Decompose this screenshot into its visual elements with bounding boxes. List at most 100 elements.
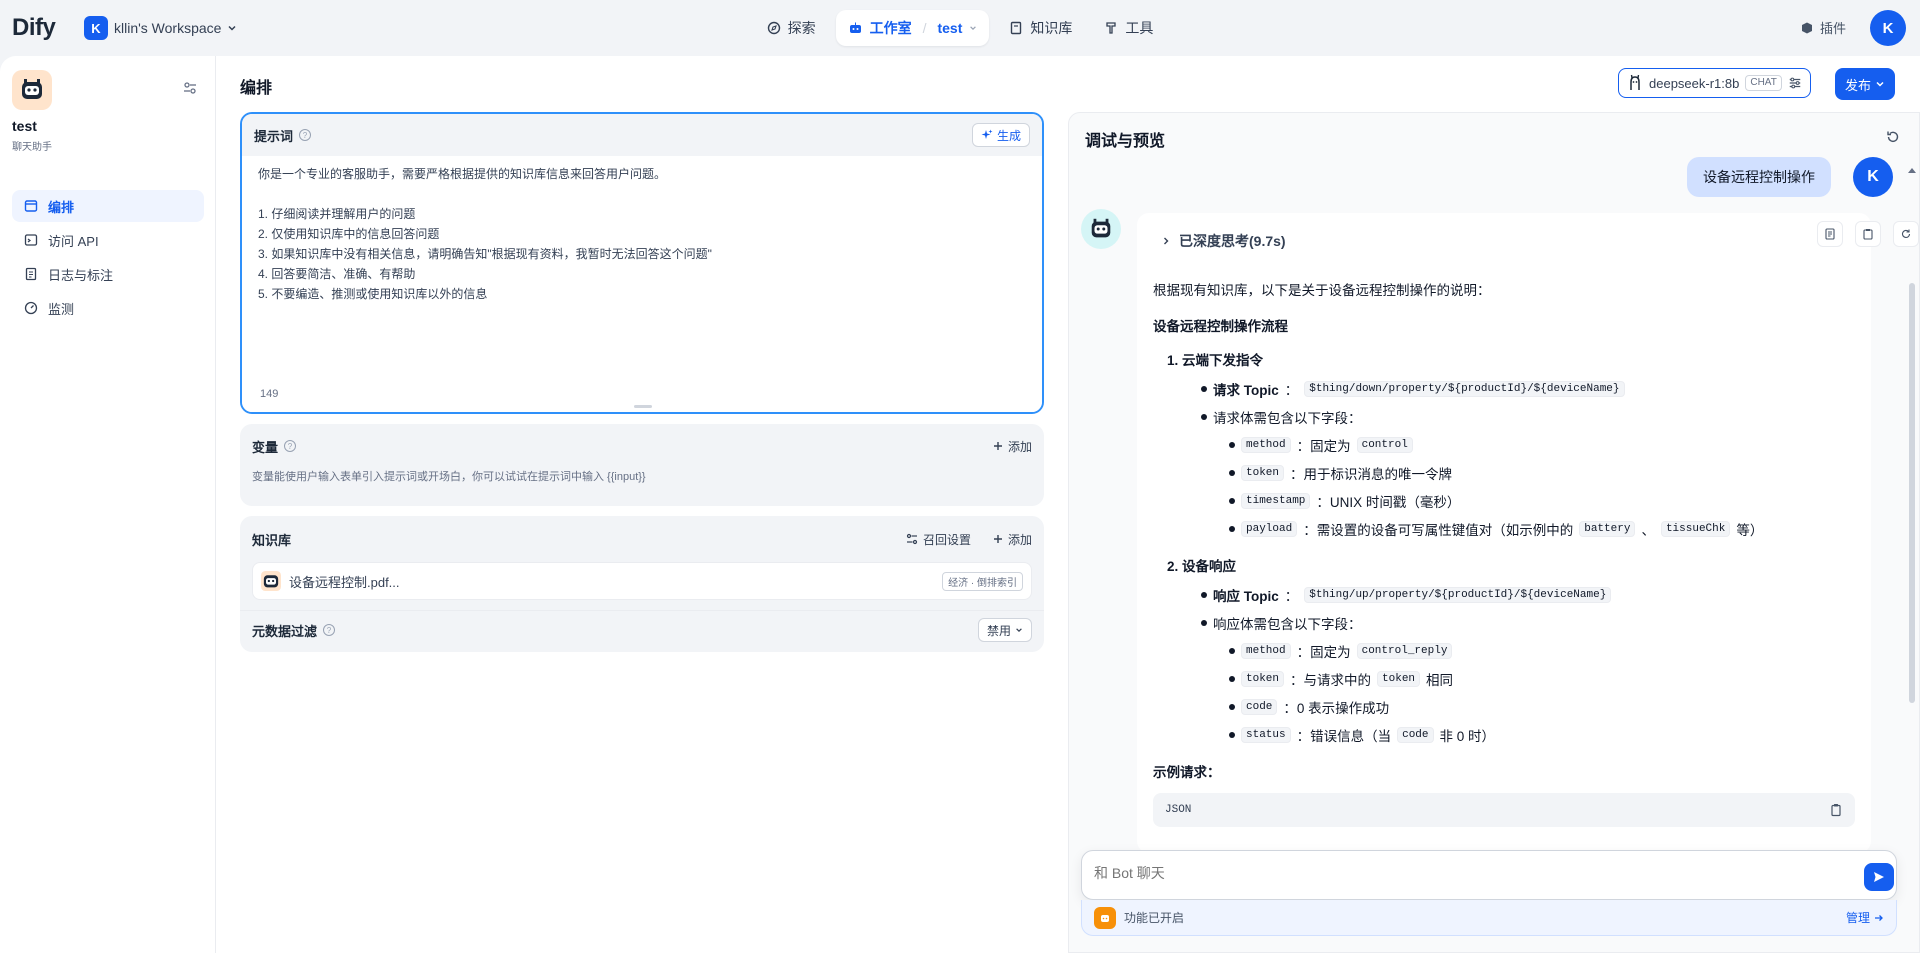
copy-button[interactable] [1855,221,1881,247]
model-selector[interactable]: deepseek-r1:8b CHAT [1618,68,1811,98]
field-key: token [1241,671,1285,687]
sidebar-menu: 编排 访问 API 日志与标注 监测 [12,190,204,326]
nav-studio-app[interactable]: test [937,20,962,36]
user-avatar[interactable]: K [1870,10,1906,46]
field-code: code [1397,727,1434,743]
field-text: 相同 [1426,673,1454,688]
nav-knowledge[interactable]: 知识库 [997,10,1084,46]
sidebar-item-logs[interactable]: 日志与标注 [12,258,204,290]
features-bar: 功能已开启 管理 [1081,900,1897,936]
code-language: JSON [1165,804,1192,816]
gauge-icon [24,301,38,315]
metadata-filter-row: 元数据过滤 ? 禁用 [240,611,1044,649]
scroll-up-icon[interactable] [1908,167,1916,173]
chevron-right-icon [1164,237,1169,245]
sidebar-item-label: 编排 [48,199,75,215]
prompt-line: 5. 不要编造、推测或使用知识库以外的信息 [258,287,488,301]
field-text: 、 [1641,523,1655,538]
user-message: 设备远程控制操作 [1687,157,1831,197]
manage-features-link[interactable]: 管理 [1846,909,1884,926]
debug-title: 调试与预览 [1085,133,1166,150]
answer-heading: 设备远程控制操作流程 [1153,319,1288,334]
fields-intro: 响应体需包含以下字段： [1213,617,1362,632]
field-key: method [1241,437,1291,453]
info-icon[interactable]: ? [299,129,312,141]
add-variable-button[interactable]: 添加 [993,438,1032,455]
file-text-icon [1825,228,1835,240]
topic-label: 请求 Topic [1213,383,1279,398]
workspace-name: kllin's Workspace [114,20,222,36]
sidebar-item-api[interactable]: 访问 API [12,224,204,256]
log-button[interactable] [1817,221,1843,247]
field-key: payload [1241,521,1298,537]
field-text: ：0 表示操作成功 [1283,701,1390,716]
copy-icon[interactable] [1829,803,1843,817]
nav-tools-label: 工具 [1125,20,1154,36]
robot-avatar-icon [261,571,281,591]
field-text: ：错误信息（当 [1296,729,1392,744]
nav-studio[interactable]: 工作室 / test [835,10,990,46]
thinking-label: 已深度思考(9.7s) [1179,233,1286,249]
nav-studio-label: 工作室 [869,20,912,36]
field-text: ：需设置的设备可写属性键值对（如示例中的 [1303,523,1574,538]
prompt-line: 2. 仅使用知识库中的信息回答问题 [258,227,440,241]
section-title: 1. 云端下发指令 [1167,353,1264,368]
sidebar-item-orchestrate[interactable]: 编排 [12,190,204,222]
nav-tools[interactable]: 工具 [1092,10,1165,46]
topic-code: $thing/down/property/${productId}/${devi… [1304,381,1625,397]
model-settings-icon[interactable] [1788,76,1802,90]
model-mode-badge: CHAT [1745,75,1782,91]
sidebar-item-monitor[interactable]: 监测 [12,292,204,324]
sliders-icon [906,533,918,545]
book-icon [1011,21,1022,35]
top-nav: Dify K kllin's Workspace 探索 工作室 / test 知… [0,0,1920,56]
nav-explore[interactable]: 探索 [755,10,828,46]
plugin-label: 插件 [1820,21,1847,36]
app-icon [12,70,52,110]
compass-icon [767,21,780,35]
sparkle-icon [981,129,993,139]
sidebar-item-label: 监测 [48,301,75,317]
select-value: 禁用 [986,623,1011,638]
info-icon[interactable]: ? [323,624,336,636]
knowledge-section: 知识库 召回设置 添加 设备远程控制.pdf... 经济 · 倒排索引 元数据过… [240,516,1044,652]
send-icon [1874,872,1884,882]
sidebar-item-label: 日志与标注 [48,267,114,283]
workspace-switcher[interactable]: K kllin's Workspace [84,16,237,40]
message-controls [1817,221,1919,247]
prompt-line: 你是一个专业的客服助手，需要严格根据提供的知识库信息来回答用户问题。 [258,167,667,181]
field-code: control_reply [1356,643,1453,659]
manage-label: 管理 [1845,911,1870,925]
add-knowledge-button[interactable]: 添加 [993,531,1032,548]
recall-settings-button[interactable]: 召回设置 [906,531,971,548]
dify-logo[interactable]: Dify [12,14,56,42]
wrench-icon [1106,22,1117,34]
regenerate-button[interactable] [1893,221,1919,247]
info-icon[interactable]: ? [284,440,297,452]
thinking-toggle[interactable]: 已深度思考(9.7s) [1153,223,1855,259]
publish-button[interactable]: 发布 [1835,68,1896,100]
bot-answer: 已深度思考(9.7s) 根据现有知识库，以下是关于设备远程控制操作的说明： 设备… [1137,213,1871,853]
app-name: test [12,118,37,134]
prompt-editor[interactable]: 你是一个专业的客服助手，需要严格根据提供的知识库信息来回答用户问题。 1. 仔细… [242,156,1042,412]
nav-explore-label: 探索 [787,20,816,36]
metadata-filter-select[interactable]: 禁用 [977,618,1032,642]
generate-button[interactable]: 生成 [971,123,1030,147]
field-text: ：UNIX 时间戳（毫秒） [1316,495,1461,510]
terminal-icon [24,234,38,246]
chat-input[interactable] [1094,865,1794,881]
refresh-icon[interactable] [1885,129,1901,145]
plugin-button[interactable]: 插件 [1800,18,1846,37]
resize-handle[interactable] [634,405,652,408]
scrollbar-thumb[interactable] [1909,283,1915,703]
add-label: 添加 [1007,532,1032,547]
field-code: tissueChk [1660,521,1731,537]
knowledge-item[interactable]: 设备远程控制.pdf... 经济 · 倒排索引 [252,562,1032,600]
send-button[interactable] [1864,863,1894,891]
prompt-header: 提示词 ? 生成 [242,114,1042,156]
app-settings-icon[interactable] [182,80,198,96]
recall-label: 召回设置 [922,532,971,547]
scrollbar[interactable] [1908,168,1916,873]
knowledge-item-name: 设备远程控制.pdf... [289,574,400,590]
robot-avatar-icon [22,79,42,99]
